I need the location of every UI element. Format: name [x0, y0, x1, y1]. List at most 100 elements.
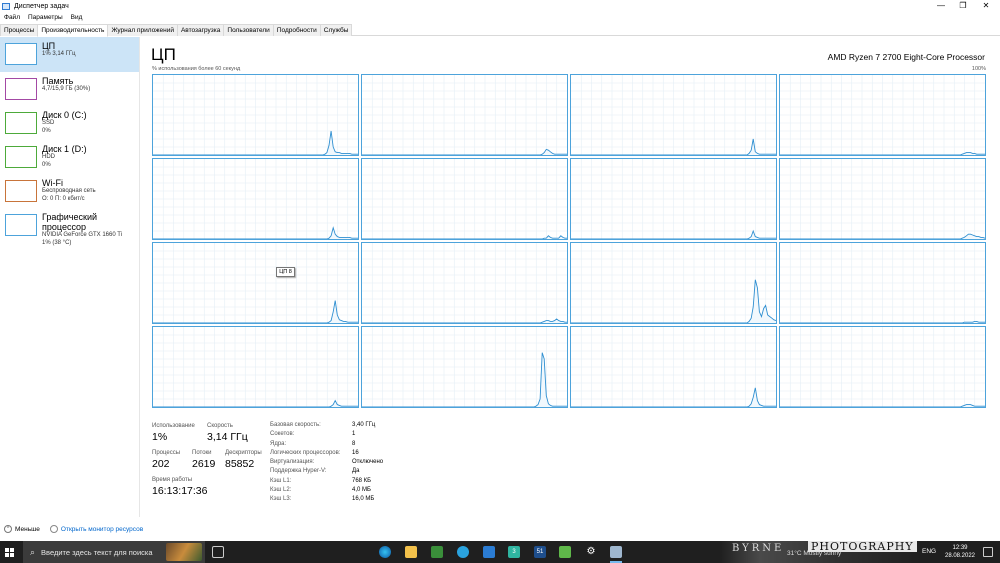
sidebar-item-disk-1[interactable]: Диск 1 (D:) HDD 0%	[0, 140, 139, 174]
core-graph-14[interactable]	[570, 326, 777, 408]
title-bar: Диспетчер задач — ❐ ✕	[0, 0, 1000, 12]
detail-key: Кэш L2:	[270, 487, 292, 494]
tab-app-history[interactable]: Журнал приложений	[107, 24, 178, 36]
uptime-value: 16:13:17:36	[152, 485, 208, 497]
detail-row: Ядра: 8	[270, 440, 383, 449]
fewer-details-link[interactable]: Меньше	[15, 526, 40, 533]
logical-processor-graphs[interactable]	[152, 74, 988, 409]
system-clock[interactable]: 12:39 28.08.2022	[944, 544, 976, 560]
detail-key: Ядра:	[270, 440, 287, 447]
uptime-label: Время работы	[152, 477, 193, 483]
tab-processes[interactable]: Процессы	[0, 24, 39, 36]
sidebar-item-usage: О: 0 П: 0 кбит/с	[42, 195, 85, 202]
disk-1-thumbnail	[5, 146, 37, 168]
detail-row: Виртуализация: Отключено	[270, 458, 383, 467]
handles-stat: Дескрипторы 85852	[225, 450, 262, 471]
menu-bar: Файл Параметры Вид	[0, 12, 86, 23]
core-graph-6[interactable]	[570, 158, 777, 240]
tab-startup[interactable]: Автозагрузка	[176, 24, 225, 36]
core-graph-3[interactable]	[779, 74, 986, 156]
tab-performance[interactable]: Производительность	[37, 24, 109, 37]
window-title: Диспетчер задач	[14, 2, 69, 10]
taskbar-search[interactable]: ⌕ Введите здесь текст для поиска	[23, 541, 205, 563]
cpu-thumbnail	[5, 43, 37, 65]
notification-icon[interactable]	[983, 547, 993, 557]
store-icon[interactable]	[431, 546, 443, 558]
core-graph-2[interactable]	[570, 74, 777, 156]
close-button[interactable]: ✕	[972, 0, 1000, 12]
sidebar-item-detail: Беспроводная сеть	[42, 188, 96, 194]
core-graph-9[interactable]	[361, 242, 568, 324]
open-resource-monitor-link[interactable]: Открыть монитор ресурсов	[61, 526, 143, 533]
detail-row: Логических процессоров: 16	[270, 449, 383, 458]
cpu-model-name: AMD Ryzen 7 2700 Eight-Core Processor	[827, 52, 985, 62]
core-graph-0[interactable]	[152, 74, 359, 156]
detail-value: Да	[352, 468, 360, 475]
chevron-up-icon[interactable]: ^	[4, 525, 12, 533]
menu-options[interactable]: Параметры	[28, 14, 63, 21]
menu-file[interactable]: Файл	[4, 14, 20, 21]
weather-widget[interactable]: 31°C Mostly sunny	[787, 550, 841, 557]
detail-row: Кэш L3: 16,0 МБ	[270, 495, 383, 504]
core-graph-10[interactable]	[570, 242, 777, 324]
detail-value: 1	[352, 431, 356, 438]
task-view-icon[interactable]	[212, 546, 224, 558]
percent-max-label: 100%	[971, 66, 986, 72]
task-manager-icon	[2, 2, 10, 10]
tab-bar: Процессы Производительность Журнал прило…	[0, 24, 1000, 37]
sidebar-item-detail: 1% 3,14 ГГц	[42, 51, 76, 57]
sidebar-item-detail: SSD	[42, 120, 55, 126]
core-graph-1[interactable]	[361, 74, 568, 156]
core-graph-4[interactable]	[152, 158, 359, 240]
core-graph-11[interactable]	[779, 242, 986, 324]
core-graph-7[interactable]	[779, 158, 986, 240]
detail-value: 8	[352, 440, 356, 447]
app-badge-icon[interactable]: 51	[534, 546, 546, 558]
sidebar-item-usage: 0%	[42, 127, 51, 134]
detail-row: Сокетов: 1	[270, 430, 383, 439]
tab-users[interactable]: Пользователи	[223, 24, 274, 36]
windows-start-icon[interactable]	[5, 548, 14, 557]
taskbar: ⌕ Введите здесь текст для поиска 3 51 ⚙ …	[0, 541, 1000, 563]
detail-key: Виртуализация:	[270, 459, 315, 466]
sidebar-item-disk-0[interactable]: Диск 0 (C:) SSD 0%	[0, 106, 139, 140]
clock-time: 12:39	[952, 545, 968, 551]
menu-view[interactable]: Вид	[71, 14, 83, 21]
page-title: ЦП	[151, 45, 176, 64]
core-graph-15[interactable]	[779, 326, 986, 408]
detail-key: Сокетов:	[270, 431, 295, 438]
sidebar-item-memory[interactable]: Память 4,7/15,9 ГБ (30%)	[0, 72, 139, 106]
usage-stat: Использование 1%	[152, 423, 195, 444]
tab-details[interactable]: Подробности	[272, 24, 321, 36]
handles-value: 85852	[225, 458, 255, 470]
file-explorer-icon[interactable]	[405, 546, 417, 558]
uptime-stat: Время работы 16:13:17:36	[152, 477, 207, 498]
language-indicator[interactable]: ENG	[922, 548, 936, 555]
sidebar-item-cpu[interactable]: ЦП 1% 3,14 ГГц	[0, 37, 139, 72]
mail-icon[interactable]	[483, 546, 495, 558]
footer-bar: ^ Меньше Открыть монитор ресурсов	[0, 522, 1000, 536]
gpu-thumbnail	[5, 214, 37, 236]
sidebar-item-gpu[interactable]: Графический процессор NVIDIA GeForce GTX…	[0, 208, 139, 246]
edge-icon[interactable]	[379, 546, 391, 558]
sidebar-item-wifi[interactable]: Wi-Fi Беспроводная сеть О: 0 П: 0 кбит/с	[0, 174, 139, 208]
sidebar-item-detail: NVIDIA GeForce GTX 1660 Ti	[42, 232, 123, 238]
processes-value: 202	[152, 458, 170, 470]
download-icon[interactable]	[559, 546, 571, 558]
sidebar-item-usage: 0%	[42, 161, 51, 168]
core-graph-5[interactable]	[361, 158, 568, 240]
settings-gear-icon[interactable]: ⚙	[585, 546, 597, 558]
telegram-icon[interactable]	[457, 546, 469, 558]
sidebar-item-usage: 1% (38 °C)	[42, 239, 72, 246]
brand-text: BYRNE	[732, 543, 785, 554]
sidebar-item-label: Память	[42, 76, 74, 86]
detail-row: Поддержка Hyper-V: Да	[270, 467, 383, 476]
detail-value: 768 КБ	[352, 477, 372, 484]
core-graph-12[interactable]	[152, 326, 359, 408]
app-3-icon[interactable]: 3	[508, 546, 520, 558]
task-manager-taskbar-icon[interactable]	[610, 546, 622, 558]
core-graph-13[interactable]	[361, 326, 568, 408]
tab-services[interactable]: Службы	[319, 24, 353, 36]
detail-key: Поддержка Hyper-V:	[270, 468, 327, 475]
core-graph-8[interactable]	[152, 242, 359, 324]
